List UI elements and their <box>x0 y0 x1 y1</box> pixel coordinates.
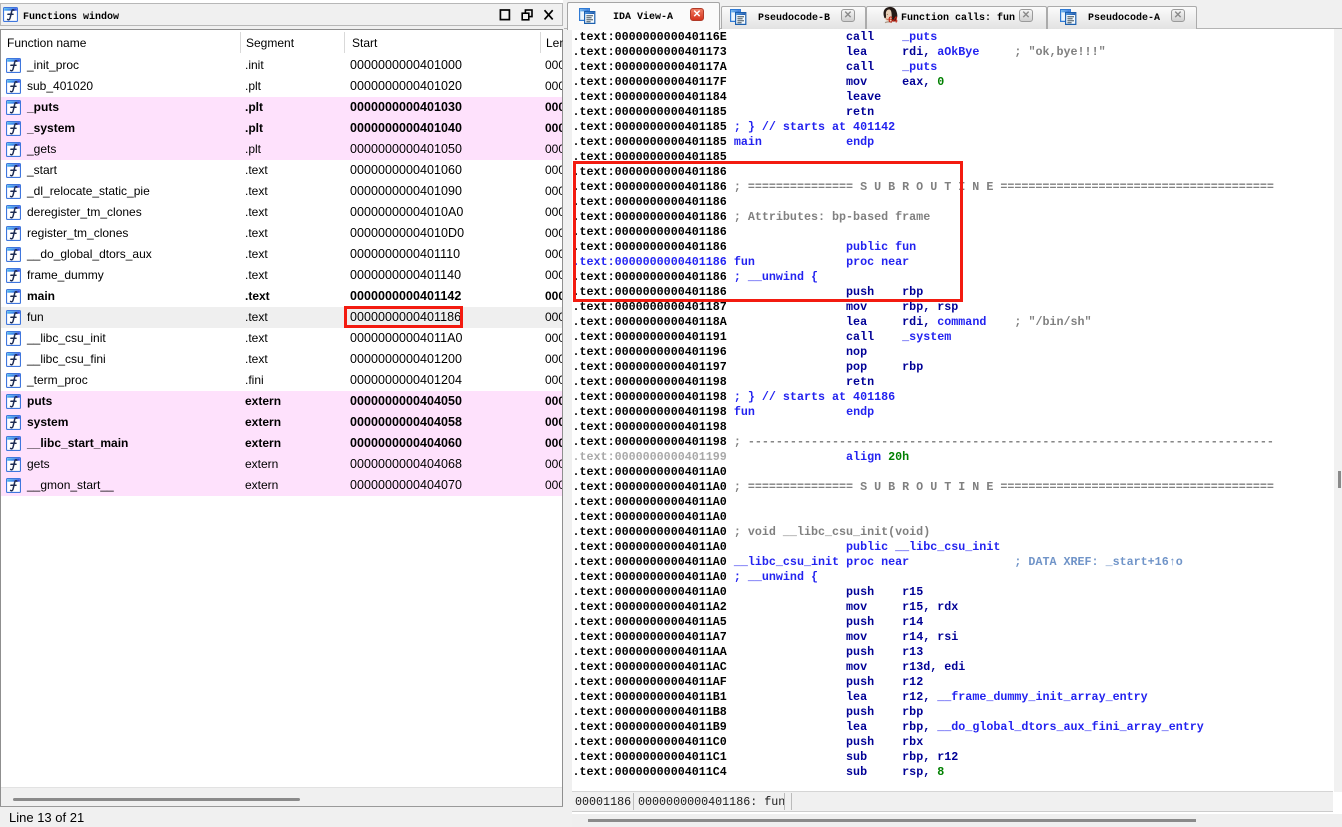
svg-text:64: 64 <box>888 15 898 25</box>
